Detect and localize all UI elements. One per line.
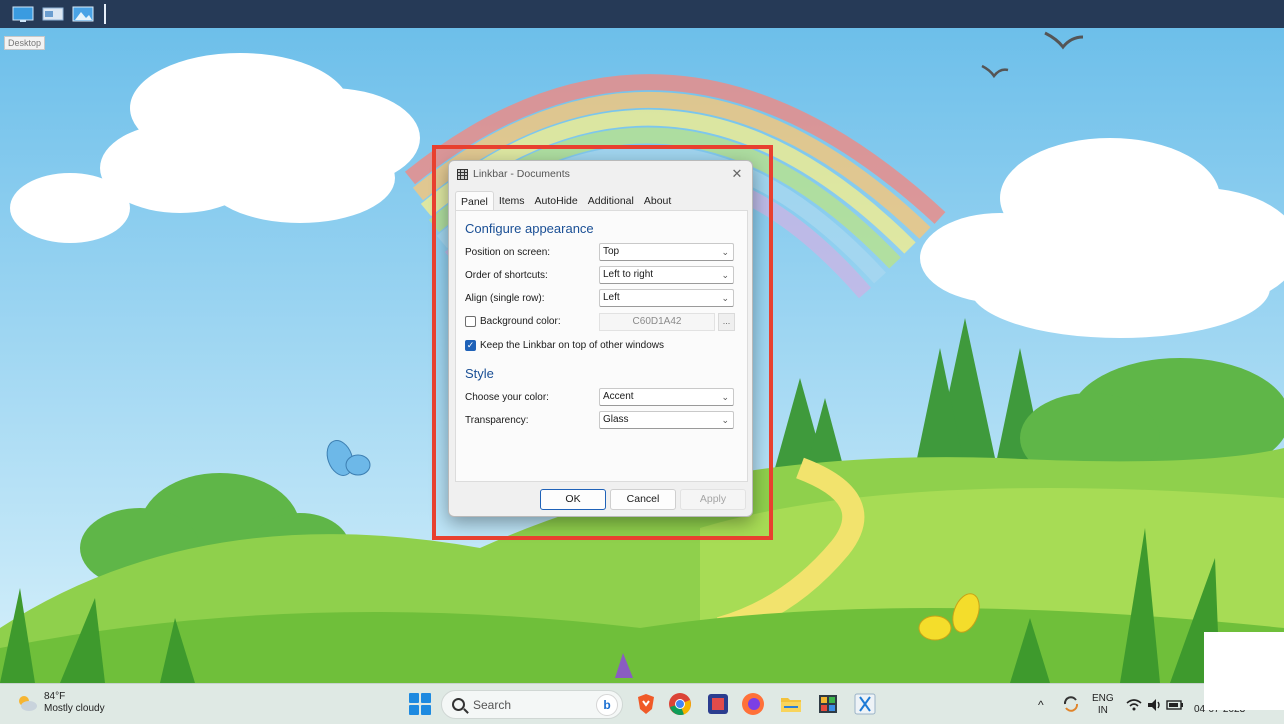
cube-icon[interactable] <box>816 692 840 716</box>
cancel-button[interactable]: Cancel <box>610 489 676 510</box>
keep-on-top-checkbox[interactable]: ✓ Keep the Linkbar on top of other windo… <box>465 340 664 351</box>
dialog-tabs: Panel Items AutoHide Additional About <box>455 191 676 211</box>
align-label: Align (single row): <box>465 293 545 304</box>
cloud-sun-icon <box>19 696 37 711</box>
file-explorer-icon[interactable] <box>779 692 803 716</box>
choose-color-select[interactable]: Accent ⌄ <box>599 388 734 406</box>
dialog-titlebar[interactable]: Linkbar - Documents <box>449 161 752 187</box>
taskbar-search[interactable]: Search b <box>441 690 623 719</box>
bing-icon: b <box>596 694 618 716</box>
transparency-value: Glass <box>603 414 629 425</box>
align-value: Left <box>603 292 620 303</box>
transparency-select[interactable]: Glass ⌄ <box>599 411 734 429</box>
search-placeholder: Search <box>473 697 512 712</box>
chevron-down-icon: ⌄ <box>721 270 729 280</box>
position-value: Top <box>603 246 620 257</box>
chevron-down-icon: ⌄ <box>721 392 729 402</box>
chrome-icon[interactable] <box>668 692 692 716</box>
firefox-icon[interactable] <box>741 692 765 716</box>
ok-button[interactable]: OK <box>540 489 606 510</box>
background-color-checkbox[interactable]: Background color: <box>465 316 561 327</box>
linkbar-separator <box>104 4 106 24</box>
choose-color-value: Accent <box>603 391 634 402</box>
pictures-icon[interactable] <box>70 3 96 25</box>
configure-appearance-heading: Configure appearance <box>465 221 594 236</box>
tab-panel[interactable]: Panel <box>455 191 494 211</box>
taskbar: 84°F Mostly cloudy Search b ^ ENG IN 04-… <box>0 683 1284 724</box>
start-button[interactable] <box>409 693 431 715</box>
position-label: Position on screen: <box>465 247 551 258</box>
wifi-icon[interactable] <box>1125 696 1143 714</box>
language-code: ENG <box>1092 692 1114 704</box>
volume-icon[interactable] <box>1146 696 1164 714</box>
tab-items[interactable]: Items <box>494 191 530 211</box>
background-color-value[interactable]: C60D1A42 <box>599 313 715 331</box>
choose-color-label: Choose your color: <box>465 392 549 403</box>
brave-icon[interactable] <box>634 692 658 716</box>
white-overlay-box <box>1204 632 1284 710</box>
dialog-title: Linkbar - Documents <box>473 168 570 180</box>
explorer-icon[interactable] <box>40 3 66 25</box>
weather-widget[interactable]: 84°F Mostly cloudy <box>16 691 105 715</box>
language-region: IN <box>1097 704 1108 716</box>
checkbox-checked-icon: ✓ <box>465 340 476 351</box>
order-value: Left to right <box>603 269 654 280</box>
position-select[interactable]: Top ⌄ <box>599 243 734 261</box>
tab-about[interactable]: About <box>639 191 676 211</box>
desktop-tooltip: Desktop <box>4 36 46 50</box>
linkbar-settings-dialog: Linkbar - Documents ✕ Panel Items AutoHi… <box>448 160 753 517</box>
weather-temp: 84°F <box>44 691 66 702</box>
panel-tab-content: Configure appearance Position on screen:… <box>455 210 748 482</box>
chevron-down-icon: ⌄ <box>721 415 729 425</box>
chevron-down-icon: ⌄ <box>721 247 729 257</box>
show-hidden-icons[interactable]: ^ <box>1038 684 1044 724</box>
weather-desc: Mostly cloudy <box>44 703 105 714</box>
background-color-label: Background color: <box>480 316 561 327</box>
linkbar-app-icon <box>457 168 468 180</box>
order-label: Order of shortcuts: <box>465 270 548 281</box>
linkbar-panel <box>0 0 1284 28</box>
order-select[interactable]: Left to right ⌄ <box>599 266 734 284</box>
keep-on-top-label: Keep the Linkbar on top of other windows <box>480 340 665 351</box>
transparency-label: Transparency: <box>465 415 529 426</box>
align-select[interactable]: Left ⌄ <box>599 289 734 307</box>
apply-button[interactable]: Apply <box>680 489 746 510</box>
tab-additional[interactable]: Additional <box>583 191 639 211</box>
desktop-icon[interactable] <box>10 3 36 25</box>
snipping-tool-icon[interactable] <box>853 692 877 716</box>
close-icon[interactable]: ✕ <box>728 165 746 183</box>
app-icon[interactable] <box>706 692 730 716</box>
color-picker-button[interactable]: ... <box>718 313 735 331</box>
search-icon <box>452 698 465 711</box>
style-heading: Style <box>465 366 494 381</box>
battery-icon[interactable] <box>1166 696 1184 714</box>
tab-autohide[interactable]: AutoHide <box>530 191 583 211</box>
chevron-down-icon: ⌄ <box>721 293 729 303</box>
sync-icon[interactable] <box>1061 694 1081 714</box>
checkbox-unchecked-icon <box>465 316 476 327</box>
language-indicator[interactable]: ENG IN <box>1092 684 1114 724</box>
